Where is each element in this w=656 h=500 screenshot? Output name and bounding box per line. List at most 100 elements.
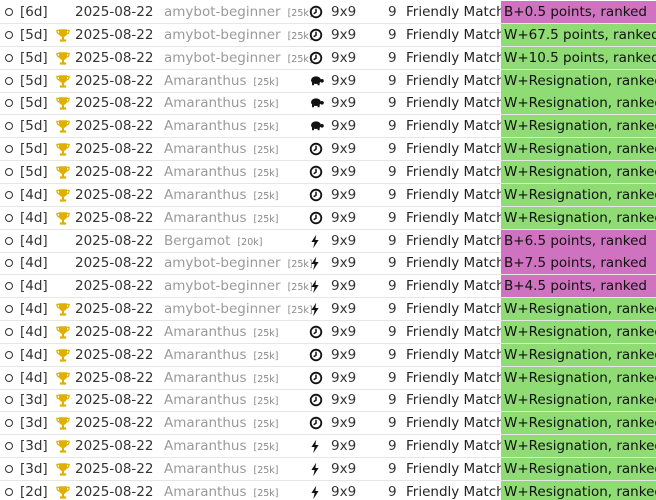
- opponent-name[interactable]: amybot-beginner: [164, 301, 281, 317]
- opponent-name[interactable]: Amaranthus: [164, 73, 246, 89]
- game-row[interactable]: [4d] 2025-08-22 amybot-beginner [25k] 9x9…: [0, 275, 656, 299]
- game-row[interactable]: [5d] 2025-08-22 amybot-beginner [25k] 9x9…: [0, 23, 656, 47]
- game-row[interactable]: [5d] 2025-08-22 Amaranthus [25k] 9x9 9 Fr…: [0, 160, 656, 184]
- game-name[interactable]: Friendly Match: [406, 435, 505, 457]
- game-name[interactable]: Friendly Match: [406, 344, 505, 366]
- game-row[interactable]: [2d] 2025-08-22 Amaranthus [25k] 9x9 9 Fr…: [0, 480, 656, 500]
- opponent-cell[interactable]: Amaranthus [25k]: [164, 70, 279, 92]
- opponent-name[interactable]: Amaranthus: [164, 324, 246, 340]
- opponent-name[interactable]: Amaranthus: [164, 187, 246, 203]
- opponent-name[interactable]: Amaranthus: [164, 392, 246, 408]
- game-name[interactable]: Friendly Match: [406, 230, 505, 252]
- game-row[interactable]: [4d] 2025-08-22 Bergamot [20k] 9x9 9 Frie…: [0, 229, 656, 253]
- game-name[interactable]: Friendly Match: [406, 207, 505, 229]
- opponent-name[interactable]: amybot-beginner: [164, 50, 281, 66]
- game-status-icon: [5, 412, 17, 434]
- opponent-cell[interactable]: amybot-beginner [25k]: [164, 1, 313, 23]
- game-row[interactable]: [3d] 2025-08-22 Amaranthus [25k] 9x9 9 Fr…: [0, 389, 656, 413]
- opponent-cell[interactable]: Amaranthus [25k]: [164, 321, 279, 343]
- game-row[interactable]: [6d] 2025-08-22 amybot-beginner [25k] 9x9…: [0, 1, 656, 24]
- opponent-cell[interactable]: Amaranthus [25k]: [164, 412, 279, 434]
- game-name[interactable]: Friendly Match: [406, 481, 505, 500]
- opponent-name[interactable]: amybot-beginner: [164, 255, 281, 271]
- board-size: 9x9: [331, 118, 357, 135]
- opponent-name[interactable]: Amaranthus: [164, 415, 246, 431]
- game-row[interactable]: [3d] 2025-08-22 Amaranthus [25k] 9x9 9 Fr…: [0, 435, 656, 459]
- opponent-name[interactable]: amybot-beginner: [164, 27, 281, 43]
- opponent-cell[interactable]: amybot-beginner [25k]: [164, 47, 313, 69]
- game-name[interactable]: Friendly Match: [406, 412, 505, 434]
- game-name[interactable]: Friendly Match: [406, 458, 505, 480]
- game-name[interactable]: Friendly Match: [406, 161, 505, 183]
- opponent-cell[interactable]: Amaranthus [25k]: [164, 161, 279, 183]
- game-age: [4d]: [20, 278, 48, 295]
- game-row[interactable]: [4d] 2025-08-22 amybot-beginner [25k] 9x9…: [0, 252, 656, 276]
- game-row[interactable]: [3d] 2025-08-22 Amaranthus [25k] 9x9 9 Fr…: [0, 458, 656, 481]
- game-row[interactable]: [5d] 2025-08-22 Amaranthus [25k] 9x9 9 Fr…: [0, 138, 656, 162]
- opponent-rank: [25k]: [253, 76, 279, 88]
- game-row[interactable]: [5d] 2025-08-22 amybot-beginner [25k] 9x9…: [0, 46, 656, 70]
- opponent-name[interactable]: amybot-beginner: [164, 278, 281, 294]
- opponent-cell[interactable]: Amaranthus [25k]: [164, 367, 279, 389]
- opponent-name[interactable]: Amaranthus: [164, 461, 246, 477]
- opponent-cell[interactable]: Amaranthus [25k]: [164, 458, 279, 480]
- opponent-cell[interactable]: Amaranthus [25k]: [164, 138, 279, 160]
- game-name[interactable]: Friendly Match: [406, 275, 505, 297]
- game-name[interactable]: Friendly Match: [406, 298, 505, 320]
- game-name[interactable]: Friendly Match: [406, 70, 505, 92]
- opponent-name[interactable]: Amaranthus: [164, 141, 246, 157]
- game-row[interactable]: [4d] 2025-08-22 Amaranthus [25k] 9x9 9 Fr…: [0, 206, 656, 230]
- lightning-icon: [309, 485, 327, 500]
- opponent-name[interactable]: Amaranthus: [164, 164, 246, 180]
- opponent-cell[interactable]: amybot-beginner [25k]: [164, 298, 313, 320]
- game-name[interactable]: Friendly Match: [406, 321, 505, 343]
- game-age: [5d]: [20, 49, 48, 66]
- opponent-cell[interactable]: Amaranthus [25k]: [164, 92, 279, 114]
- opponent-cell[interactable]: amybot-beginner [25k]: [164, 252, 313, 274]
- game-name[interactable]: Friendly Match: [406, 115, 505, 137]
- opponent-name[interactable]: Amaranthus: [164, 370, 246, 386]
- opponent-name[interactable]: amybot-beginner: [164, 4, 281, 20]
- opponent-name[interactable]: Amaranthus: [164, 210, 246, 226]
- opponent-cell[interactable]: Amaranthus [25k]: [164, 184, 279, 206]
- opponent-name[interactable]: Amaranthus: [164, 438, 246, 454]
- game-row[interactable]: [3d] 2025-08-22 Amaranthus [25k] 9x9 9 Fr…: [0, 412, 656, 436]
- handicap: 9: [388, 415, 397, 432]
- game-name[interactable]: Friendly Match: [406, 92, 505, 114]
- opponent-cell[interactable]: Bergamot [20k]: [164, 230, 262, 252]
- game-name[interactable]: Friendly Match: [406, 138, 505, 160]
- board-size: 9x9: [331, 301, 357, 318]
- game-name[interactable]: Friendly Match: [406, 47, 505, 69]
- opponent-name[interactable]: Amaranthus: [164, 118, 246, 134]
- game-name[interactable]: Friendly Match: [406, 184, 505, 206]
- opponent-name[interactable]: Amaranthus: [164, 347, 246, 363]
- game-row[interactable]: [4d] 2025-08-22 Amaranthus [25k] 9x9 9 Fr…: [0, 343, 656, 367]
- game-row[interactable]: [5d] 2025-08-22 Amaranthus [25k] 9x9 9 Fr…: [0, 69, 656, 93]
- game-name[interactable]: Friendly Match: [406, 1, 505, 23]
- opponent-cell[interactable]: Amaranthus [25k]: [164, 389, 279, 411]
- board-size: 9x9: [331, 141, 357, 158]
- opponent-cell[interactable]: Amaranthus [25k]: [164, 435, 279, 457]
- game-row[interactable]: [4d] 2025-08-22 amybot-beginner [25k] 9x9…: [0, 298, 656, 322]
- opponent-cell[interactable]: Amaranthus [25k]: [164, 207, 279, 229]
- opponent-name[interactable]: Amaranthus: [164, 95, 246, 111]
- game-row[interactable]: [4d] 2025-08-22 Amaranthus [25k] 9x9 9 Fr…: [0, 320, 656, 344]
- game-name[interactable]: Friendly Match: [406, 252, 505, 274]
- game-row[interactable]: [4d] 2025-08-22 Amaranthus [25k] 9x9 9 Fr…: [0, 183, 656, 207]
- game-row[interactable]: [4d] 2025-08-22 Amaranthus [25k] 9x9 9 Fr…: [0, 366, 656, 390]
- opponent-cell[interactable]: Amaranthus [25k]: [164, 481, 279, 500]
- handicap: 9: [388, 141, 397, 158]
- opponent-cell[interactable]: Amaranthus [25k]: [164, 115, 279, 137]
- opponent-name[interactable]: Amaranthus: [164, 484, 246, 500]
- opponent-cell[interactable]: Amaranthus [25k]: [164, 344, 279, 366]
- opponent-cell[interactable]: amybot-beginner [25k]: [164, 275, 313, 297]
- game-row[interactable]: [5d] 2025-08-22 Amaranthus [25k] 9x9 9 Fr…: [0, 92, 656, 116]
- opponent-name[interactable]: Bergamot: [164, 233, 230, 249]
- game-age: [4d]: [20, 255, 48, 272]
- opponent-cell[interactable]: amybot-beginner [25k]: [164, 24, 313, 46]
- game-row[interactable]: [5d] 2025-08-22 Amaranthus [25k] 9x9 9 Fr…: [0, 115, 656, 139]
- game-name[interactable]: Friendly Match: [406, 367, 505, 389]
- game-result: W+Resignation, ranked: [501, 435, 656, 458]
- game-name[interactable]: Friendly Match: [406, 24, 505, 46]
- game-name[interactable]: Friendly Match: [406, 389, 505, 411]
